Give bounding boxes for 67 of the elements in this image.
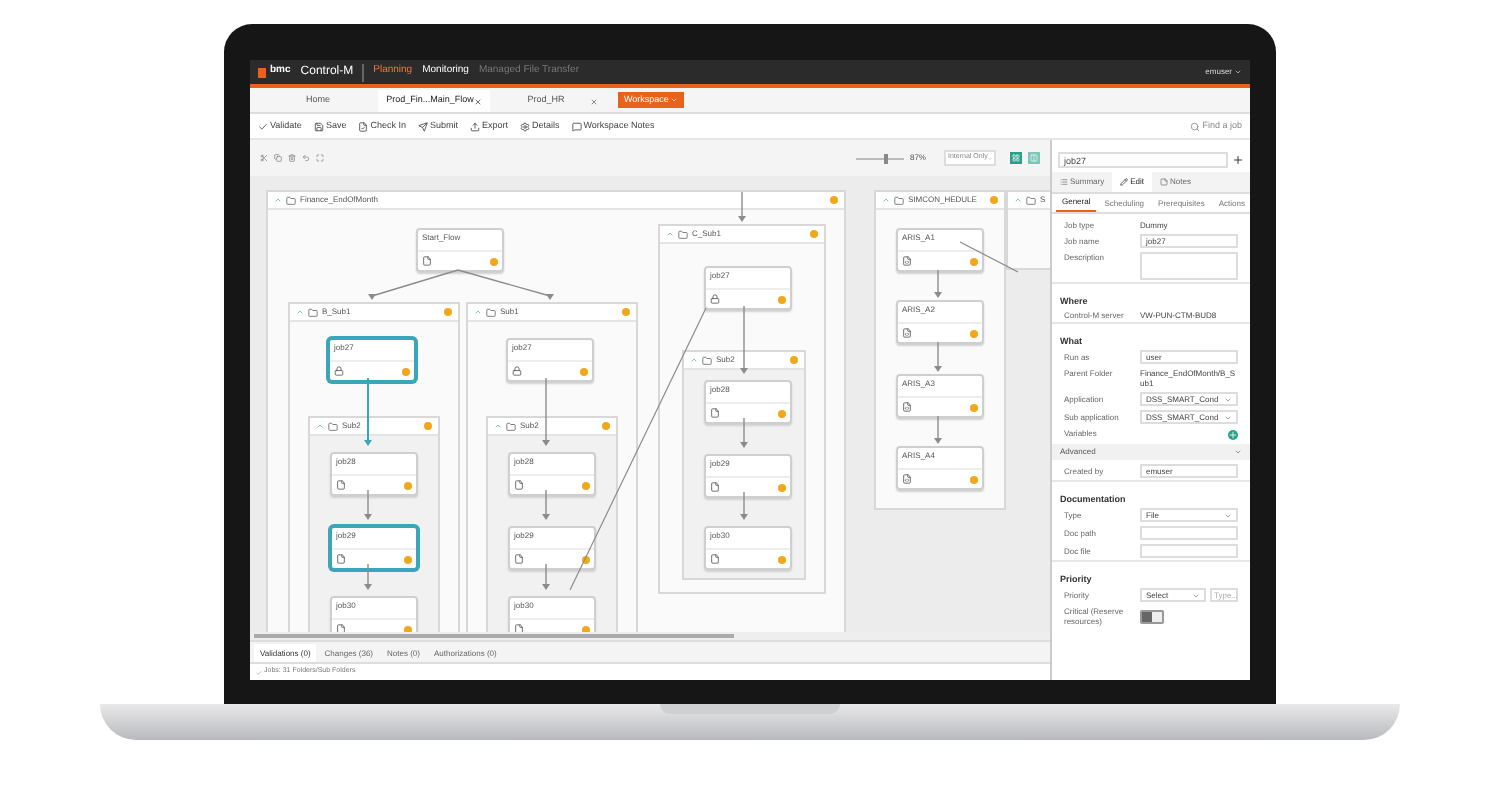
folder-icon [328, 421, 338, 431]
folder-icon [486, 307, 496, 317]
horizontal-scrollbar[interactable] [250, 632, 1050, 640]
toggle-switch[interactable] [1140, 609, 1164, 623]
file-icon [710, 408, 720, 418]
folder-icon [1026, 195, 1036, 205]
folder-icon [702, 355, 712, 365]
file-icon [336, 480, 346, 490]
file-icon [710, 554, 720, 564]
file-icon [336, 624, 346, 632]
logo-mark-icon [258, 67, 266, 77]
folder-icon [506, 421, 516, 431]
copy-icon[interactable] [274, 154, 282, 162]
folder-icon [678, 229, 688, 239]
connector-line [934, 269, 942, 298]
connector-line [934, 415, 942, 444]
send-icon [417, 121, 428, 131]
connector-line [738, 191, 746, 222]
file-icon [336, 554, 346, 564]
search-icon [1190, 121, 1201, 131]
folder-icon [894, 195, 904, 205]
chat-icon [571, 121, 582, 131]
code-file-icon [902, 474, 912, 484]
folder-icon [286, 195, 296, 205]
note-icon [1160, 178, 1169, 186]
connector-line [740, 491, 748, 520]
file-icon [514, 554, 524, 564]
connector-line [542, 563, 550, 590]
input-field[interactable] [1140, 526, 1238, 540]
trash-icon[interactable] [288, 154, 296, 162]
connector-line [740, 305, 748, 374]
connector-line [542, 377, 550, 446]
gear-icon [520, 121, 530, 131]
grid-view-icon[interactable] [1010, 152, 1022, 164]
file-icon [514, 624, 524, 632]
connector-line [364, 563, 372, 590]
lock-icon [512, 366, 522, 376]
code-file-icon [902, 256, 912, 266]
connector-line [364, 489, 372, 520]
code-file-icon [902, 328, 912, 338]
connector-line [959, 241, 1019, 273]
input-field[interactable] [1140, 544, 1238, 558]
add-icon[interactable] [1228, 429, 1238, 439]
connector-line [368, 269, 459, 300]
upload-icon [469, 121, 480, 131]
save-icon [313, 121, 324, 131]
lock-icon [334, 366, 344, 376]
folder-icon [308, 307, 318, 317]
connector-line [364, 377, 372, 446]
description-field[interactable] [1140, 252, 1238, 280]
list-icon [1060, 178, 1068, 186]
connector-line [542, 489, 550, 520]
connector-line [457, 269, 554, 300]
check-icon [258, 121, 268, 131]
split-view-icon[interactable] [1028, 152, 1040, 164]
file-icon [710, 482, 720, 492]
document-check-icon [358, 121, 369, 131]
connector-line [934, 341, 942, 372]
lock-icon [710, 294, 720, 304]
connector-line [740, 417, 748, 448]
scissors-icon[interactable] [260, 154, 268, 162]
file-icon [514, 480, 524, 490]
add-icon[interactable] [1232, 154, 1244, 166]
code-file-icon [902, 402, 912, 412]
file-icon [422, 256, 432, 266]
undo-icon[interactable] [302, 154, 310, 162]
pencil-icon [1120, 178, 1129, 186]
